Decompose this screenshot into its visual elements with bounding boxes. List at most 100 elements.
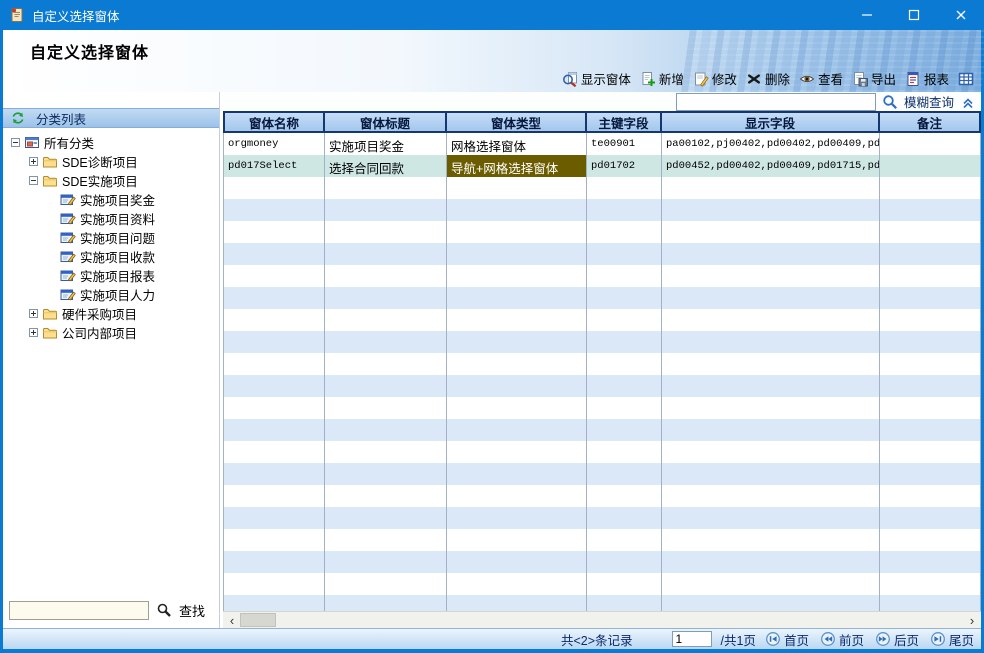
toolbar-button-grid-view[interactable] <box>956 70 976 88</box>
grid-cell <box>447 243 587 265</box>
grid-cell[interactable]: pd01702 <box>587 155 662 177</box>
form-icon <box>60 249 76 265</box>
grid-cell[interactable]: 导航+网格选择窗体 <box>447 155 587 177</box>
page-button-label: 后页 <box>894 630 919 649</box>
grid-cell[interactable]: orgmoney <box>223 133 325 155</box>
grid-cell <box>223 573 325 595</box>
grid-cell <box>587 485 662 507</box>
grid-cell <box>447 507 587 529</box>
grid-empty-row <box>223 177 981 199</box>
tree-item-实施项目问题[interactable]: 实施项目问题 <box>3 228 219 247</box>
grid-empty-row <box>223 375 981 397</box>
page-prev-button[interactable]: 前页 <box>820 630 864 649</box>
grid-cell <box>587 309 662 331</box>
tree-item-实施项目人力[interactable]: 实施项目人力 <box>3 285 219 304</box>
page-total-label: /共1页 <box>721 630 756 649</box>
grid-empty-row <box>223 441 981 463</box>
grid-cell <box>325 463 447 485</box>
expander-minus-icon[interactable] <box>29 176 38 185</box>
expander-minus-icon[interactable] <box>11 138 20 147</box>
toolbar-button-view[interactable]: 查看 <box>797 68 845 89</box>
grid-cell[interactable]: 选择合同回款 <box>325 155 447 177</box>
find-icon[interactable] <box>156 602 172 618</box>
scroll-right-arrow[interactable]: › <box>963 613 981 628</box>
grid-cell <box>662 551 880 573</box>
grid-cell[interactable]: 实施项目奖金 <box>325 133 447 155</box>
grid-cell <box>325 287 447 309</box>
tree-item-SDE实施项目[interactable]: SDE实施项目 <box>3 171 219 190</box>
add-icon <box>640 71 656 87</box>
page-last-button[interactable]: 尾页 <box>930 630 974 649</box>
last-icon <box>930 631 946 647</box>
grid-cell <box>223 177 325 199</box>
grid-cell <box>880 595 981 611</box>
tree-item-实施项目资料[interactable]: 实施项目资料 <box>3 209 219 228</box>
toolbar-button-label: 查看 <box>818 69 843 88</box>
grid-row[interactable]: orgmoney实施项目奖金网格选择窗体te00901pa00102,pj004… <box>223 133 981 155</box>
expander-plus-icon[interactable] <box>29 157 38 166</box>
page-number-input[interactable] <box>672 631 712 647</box>
grid-cell[interactable]: pd00452,pd00402,pd00409,pd01715,pd01 <box>662 155 880 177</box>
grid-header-cell[interactable]: 显示字段 <box>662 111 880 133</box>
grid-header-cell[interactable]: 窗体类型 <box>447 111 587 133</box>
horizontal-scrollbar[interactable]: ‹ › <box>223 611 981 628</box>
find-input[interactable] <box>9 601 149 620</box>
toolbar-button-export[interactable]: 导出 <box>850 68 898 89</box>
tree-item-实施项目报表[interactable]: 实施项目报表 <box>3 266 219 285</box>
close-button[interactable] <box>937 0 984 30</box>
grid-cell[interactable]: te00901 <box>587 133 662 155</box>
page-first-button[interactable]: 首页 <box>765 630 809 649</box>
grid-header-cell[interactable]: 主键字段 <box>587 111 662 133</box>
grid-cell <box>587 177 662 199</box>
refresh-icon[interactable] <box>10 110 26 126</box>
toolbar-button-delete[interactable]: 删除 <box>744 68 792 89</box>
grid-cell[interactable]: pd017Select <box>223 155 325 177</box>
scrollbar-thumb[interactable] <box>240 613 276 627</box>
grid-cell <box>662 221 880 243</box>
grid-header-cell[interactable]: 窗体名称 <box>223 111 325 133</box>
grid-cell <box>662 507 880 529</box>
grid-cell[interactable]: pa00102,pj00402,pd00402,pd00409,pd01 <box>662 133 880 155</box>
tree-item-label: SDE诊断项目 <box>62 152 138 171</box>
collapse-up-icon[interactable] <box>960 94 976 110</box>
tree-item-公司内部项目[interactable]: 公司内部项目 <box>3 323 219 342</box>
expander-plus-icon[interactable] <box>29 328 38 337</box>
search-icon[interactable] <box>882 94 898 110</box>
tree-item-实施项目收款[interactable]: 实施项目收款 <box>3 247 219 266</box>
tree-item-实施项目奖金[interactable]: 实施项目奖金 <box>3 190 219 209</box>
toolbar-button-add[interactable]: 新增 <box>638 68 686 89</box>
tree-item-root[interactable]: 所有分类 <box>3 133 219 152</box>
toolbar-button-show-form[interactable]: 显示窗体 <box>560 68 633 89</box>
query-input[interactable] <box>676 93 876 111</box>
grid-cell <box>880 463 981 485</box>
grid-row[interactable]: pd017Select选择合同回款导航+网格选择窗体pd01702pd00452… <box>223 155 981 177</box>
root-icon <box>24 135 40 151</box>
grid-cell <box>223 463 325 485</box>
tree-item-label: 实施项目奖金 <box>80 190 155 209</box>
grid-header-cell[interactable]: 备注 <box>880 111 981 133</box>
maximize-button[interactable] <box>890 0 937 30</box>
toolbar-button-report[interactable]: 报表 <box>903 68 951 89</box>
tree-item-硬件采购项目[interactable]: 硬件采购项目 <box>3 304 219 323</box>
grid-header-cell[interactable]: 窗体标题 <box>325 111 447 133</box>
grid-cell <box>880 419 981 441</box>
grid-empty-row <box>223 243 981 265</box>
minimize-button[interactable] <box>843 0 890 30</box>
page-next-button[interactable]: 后页 <box>875 630 919 649</box>
grid-cell[interactable] <box>880 155 981 177</box>
scroll-left-arrow[interactable]: ‹ <box>223 613 241 628</box>
query-label[interactable]: 模糊查询 <box>904 92 954 111</box>
grid-cell[interactable]: 网格选择窗体 <box>447 133 587 155</box>
find-label[interactable]: 查找 <box>179 601 205 620</box>
status-bar: 共<2>条记录 /共1页 首页前页后页尾页 <box>3 628 981 649</box>
grid-cell[interactable] <box>880 133 981 155</box>
tree-item-label: 所有分类 <box>44 133 94 152</box>
grid-cell <box>325 573 447 595</box>
grid-cell <box>325 353 447 375</box>
main-content: 分类列表 所有分类SDE诊断项目SDE实施项目实施项目奖金实施项目资料实施项目问… <box>3 92 981 628</box>
tree-item-SDE诊断项目[interactable]: SDE诊断项目 <box>3 152 219 171</box>
toolbar-button-edit[interactable]: 修改 <box>691 68 739 89</box>
grid-cell <box>880 573 981 595</box>
expander-plus-icon[interactable] <box>29 309 38 318</box>
grid-cell <box>880 507 981 529</box>
